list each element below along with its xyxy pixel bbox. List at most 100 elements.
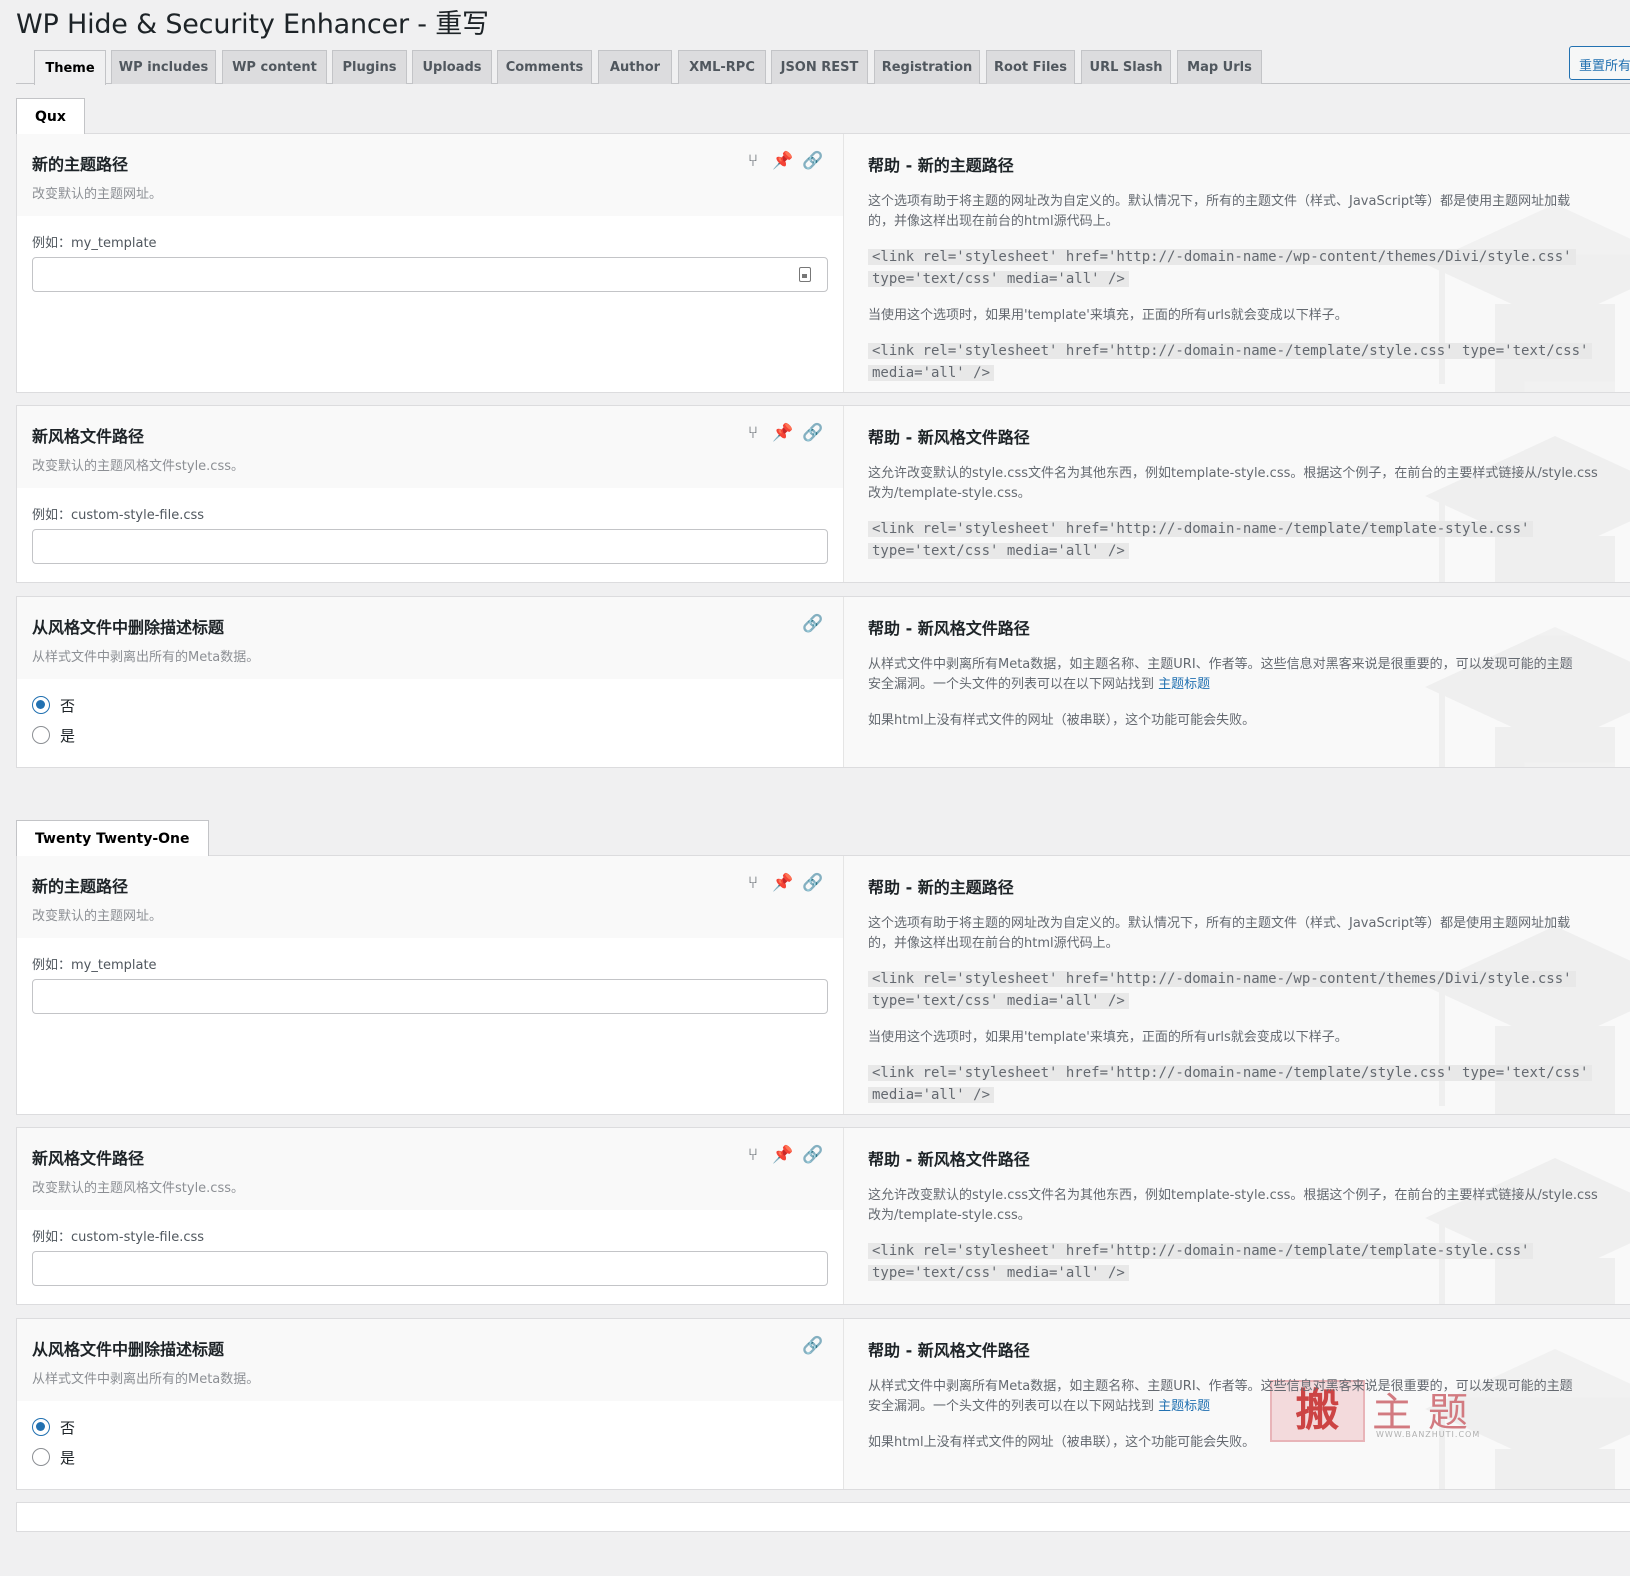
option-new-style-path: 新风格文件路径 改变默认的主题风格文件style.css。 ⑂ 📌 🔗 例如：c… <box>16 405 1630 583</box>
option-title: 从风格文件中删除描述标题 <box>32 1340 225 1359</box>
option-header: 新风格文件路径 改变默认的主题风格文件style.css。 ⑂ 📌 🔗 <box>17 406 843 488</box>
option-remove-description-header: 从风格文件中删除描述标题 从样式文件中剥离出所有的Meta数据。 🔗 否 是 帮… <box>16 1318 1630 1490</box>
option-settings-panel: 新风格文件路径 改变默认的主题风格文件style.css。 ⑂ 📌 🔗 例如：c… <box>17 1128 844 1304</box>
reset-all-button[interactable]: 重置所有 <box>1569 46 1630 80</box>
radio-option-no[interactable]: 否 <box>32 1413 828 1441</box>
help-text: 这个选项有助于将主题的网址改为自定义的。默认情况下，所有的主题文件（样式、Jav… <box>868 194 1571 209</box>
theme-headers-link[interactable]: 主题标题 <box>1158 1399 1210 1414</box>
option-settings-panel: 新的主题路径 改变默认的主题网址。 ⑂ 📌 🔗 例如：my_template <box>17 856 844 1114</box>
help-text: 这个选项有助于将主题的网址改为自定义的。默认情况下，所有的主题文件（样式、Jav… <box>868 916 1571 931</box>
next-option-panel <box>16 1502 1630 1532</box>
theme-tab-qux[interactable]: Qux <box>16 98 85 134</box>
help-text: 的，并像这样出现在前台的html源代码上。 <box>868 214 1119 229</box>
option-new-style-path: 新风格文件路径 改变默认的主题风格文件style.css。 ⑂ 📌 🔗 例如：c… <box>16 1127 1630 1305</box>
split-icon[interactable]: ⑂ <box>743 151 763 171</box>
tab-plugins[interactable]: Plugins <box>332 50 407 84</box>
option-help-panel: 帮助 - 新风格文件路径 这允许改变默认的style.css文件名为其他东西，例… <box>844 1128 1630 1304</box>
option-title: 新风格文件路径 <box>32 427 145 446</box>
tab-uploads[interactable]: Uploads <box>412 50 492 84</box>
help-code: media='all' /> <box>868 365 995 381</box>
help-code: <link rel='stylesheet' href='http://-dom… <box>868 521 1534 537</box>
help-text: 当使用这个选项时，如果用'template'来填充，正面的所有urls就会变成以… <box>868 1030 1348 1045</box>
radio-yes[interactable] <box>32 1448 50 1466</box>
new-theme-path-input[interactable] <box>32 257 828 292</box>
option-example: 例如：custom-style-file.css <box>32 508 205 523</box>
link-icon[interactable]: 🔗 <box>802 1336 823 1356</box>
clipboard-icon[interactable] <box>799 267 811 282</box>
tab-theme[interactable]: Theme <box>34 50 106 85</box>
tab-comments[interactable]: Comments <box>497 50 592 84</box>
help-title: 帮助 - 新的主题路径 <box>868 156 1014 175</box>
tab-wp-content[interactable]: WP content <box>222 50 327 84</box>
link-icon[interactable]: 🔗 <box>802 1145 823 1165</box>
radio-no[interactable] <box>32 1418 50 1436</box>
split-icon[interactable]: ⑂ <box>743 423 763 443</box>
option-help-panel: 帮助 - 新风格文件路径 从样式文件中剥离所有Meta数据，如主题名称、主题UR… <box>844 1319 1630 1489</box>
help-text: 如果html上没有样式文件的网址（被串联），这个功能可能会失败。 <box>868 1435 1256 1450</box>
help-code: type='text/css' media='all' /> <box>868 1265 1129 1281</box>
tab-bar: Theme WP includes WP content Plugins Upl… <box>16 50 1630 85</box>
option-settings-panel: 新风格文件路径 改变默认的主题风格文件style.css。 ⑂ 📌 🔗 例如：c… <box>17 406 844 582</box>
option-icons: ⑂ 📌 🔗 <box>743 1145 824 1165</box>
option-icons: ⑂ 📌 🔗 <box>743 873 824 893</box>
option-header: 从风格文件中删除描述标题 从样式文件中剥离出所有的Meta数据。 🔗 <box>17 597 843 679</box>
tab-url-slash[interactable]: URL Slash <box>1081 50 1171 84</box>
option-new-theme-path: 新的主题路径 改变默认的主题网址。 ⑂ 📌 🔗 例如：my_template 帮… <box>16 133 1630 393</box>
help-text: 的，并像这样出现在前台的html源代码上。 <box>868 936 1119 951</box>
new-theme-path-input[interactable] <box>32 979 828 1014</box>
radio-option-yes[interactable]: 是 <box>32 1443 828 1471</box>
radio-no[interactable] <box>32 696 50 714</box>
help-title: 帮助 - 新风格文件路径 <box>868 1341 1030 1360</box>
pin-icon[interactable]: 📌 <box>772 1145 793 1165</box>
pin-icon[interactable]: 📌 <box>772 423 793 443</box>
split-icon[interactable]: ⑂ <box>743 1145 763 1165</box>
theme-headers-link[interactable]: 主题标题 <box>1158 677 1210 692</box>
option-example: 例如：my_template <box>32 236 157 251</box>
option-new-theme-path: 新的主题路径 改变默认的主题网址。 ⑂ 📌 🔗 例如：my_template 帮… <box>16 855 1630 1115</box>
theme-tab-twenty-twenty-one[interactable]: Twenty Twenty-One <box>16 820 209 856</box>
pin-icon[interactable]: 📌 <box>772 151 793 171</box>
help-text: 这允许改变默认的style.css文件名为其他东西，例如template-sty… <box>868 466 1598 481</box>
tab-wp-includes[interactable]: WP includes <box>111 50 216 84</box>
link-icon[interactable]: 🔗 <box>802 423 823 443</box>
help-text: 这允许改变默认的style.css文件名为其他东西，例如template-sty… <box>868 1188 1598 1203</box>
tab-map-urls[interactable]: Map Urls <box>1177 50 1262 84</box>
split-icon[interactable]: ⑂ <box>743 873 763 893</box>
tab-xml-rpc[interactable]: XML-RPC <box>678 50 766 84</box>
pin-icon[interactable]: 📌 <box>772 873 793 893</box>
radio-option-yes[interactable]: 是 <box>32 721 828 749</box>
option-settings-panel: 从风格文件中删除描述标题 从样式文件中剥离出所有的Meta数据。 🔗 否 是 <box>17 597 844 767</box>
help-code: type='text/css' media='all' /> <box>868 271 1129 287</box>
help-text: 从样式文件中剥离所有Meta数据，如主题名称、主题URI、作者等。这些信息对黑客… <box>868 657 1573 672</box>
help-code: type='text/css' media='all' /> <box>868 543 1129 559</box>
option-help-panel: 帮助 - 新的主题路径 这个选项有助于将主题的网址改为自定义的。默认情况下，所有… <box>844 134 1630 392</box>
option-icons: 🔗 <box>802 614 823 634</box>
link-icon[interactable]: 🔗 <box>802 873 823 893</box>
link-icon[interactable]: 🔗 <box>802 614 823 634</box>
new-style-path-input[interactable] <box>32 529 828 564</box>
option-example: 例如：custom-style-file.css <box>32 1230 205 1245</box>
option-icons: ⑂ 📌 🔗 <box>743 423 824 443</box>
help-code: <link rel='stylesheet' href='http://-dom… <box>868 1065 1593 1081</box>
new-style-path-input[interactable] <box>32 1251 828 1286</box>
help-text: 改为/template-style.css。 <box>868 1208 1031 1223</box>
radio-yes[interactable] <box>32 726 50 744</box>
help-title: 帮助 - 新风格文件路径 <box>868 428 1030 447</box>
option-title: 新风格文件路径 <box>32 1149 145 1168</box>
tab-root-files[interactable]: Root Files <box>986 50 1075 84</box>
option-header: 从风格文件中删除描述标题 从样式文件中剥离出所有的Meta数据。 🔗 <box>17 1319 843 1401</box>
tab-registration[interactable]: Registration <box>874 50 980 84</box>
option-header: 新风格文件路径 改变默认的主题风格文件style.css。 ⑂ 📌 🔗 <box>17 1128 843 1210</box>
tab-json-rest[interactable]: JSON REST <box>771 50 868 84</box>
tab-author[interactable]: Author <box>598 50 672 84</box>
help-text: 当使用这个选项时，如果用'template'来填充，正面的所有urls就会变成以… <box>868 308 1348 323</box>
option-title: 新的主题路径 <box>32 877 129 896</box>
help-text: 安全漏洞。一个头文件的列表可以在以下网站找到 <box>868 677 1155 692</box>
help-code: <link rel='stylesheet' href='http://-dom… <box>868 249 1576 265</box>
link-icon[interactable]: 🔗 <box>802 151 823 171</box>
help-title: 帮助 - 新风格文件路径 <box>868 1150 1030 1169</box>
radio-label: 否 <box>60 696 76 715</box>
radio-option-no[interactable]: 否 <box>32 691 828 719</box>
option-help-panel: 帮助 - 新风格文件路径 这允许改变默认的style.css文件名为其他东西，例… <box>844 406 1630 582</box>
help-text: 从样式文件中剥离所有Meta数据，如主题名称、主题URI、作者等。这些信息对黑客… <box>868 1379 1573 1394</box>
